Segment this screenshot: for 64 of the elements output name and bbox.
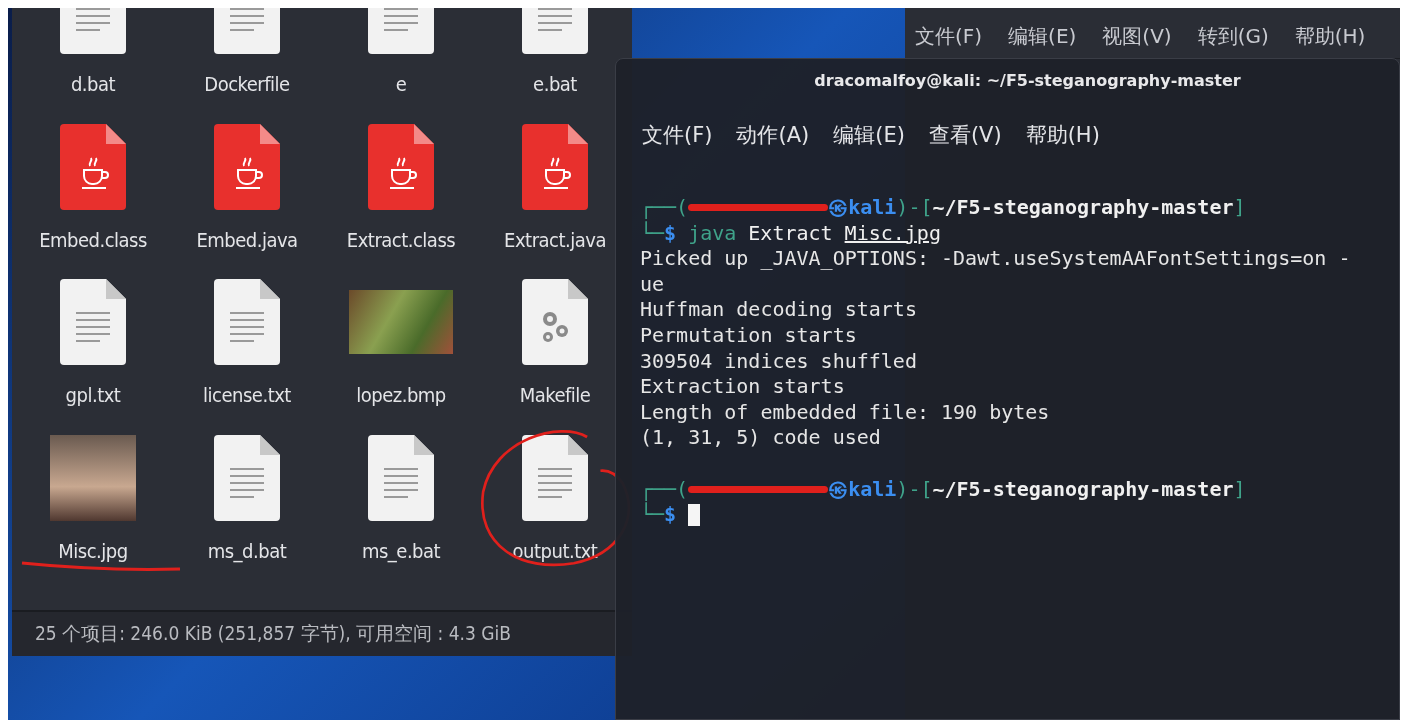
menu-item[interactable]: 帮助(H) <box>1294 24 1366 48</box>
file-name[interactable]: Extract.class <box>346 227 456 252</box>
file-name[interactable]: Dockerfile <box>204 72 290 96</box>
prompt-path: ~/F5-steganography-master <box>932 195 1234 221</box>
menu-item[interactable]: 视图(V) <box>1102 24 1172 48</box>
menu-item[interactable]: 编辑(E) <box>833 121 905 171</box>
java-file-icon[interactable] <box>60 123 126 210</box>
output-line: Picked up _JAVA_OPTIONS: -Dawt.useSystemAAFontSettings=on - <box>640 246 1352 272</box>
prompt-host: ㉿kali <box>828 476 897 503</box>
window-title: dracomalfoy@kali: ~/F5-steganography-master <box>813 70 1242 92</box>
java-file-icon[interactable] <box>214 123 280 210</box>
output-line: Huffman decoding starts <box>640 297 918 323</box>
file-name[interactable]: Extract.java <box>504 227 606 252</box>
output-line: Permutation starts <box>640 322 858 349</box>
text-file-icon[interactable] <box>60 279 126 365</box>
prompt-bracket: )-[ <box>896 195 933 221</box>
command-name: java <box>688 220 737 247</box>
status-text: 25 个项目: 246.0 KiB (251,857 字节), 可用空间 : 4.3 GiB <box>35 621 512 646</box>
prompt-bracket: ┌──( <box>640 476 689 502</box>
menu-item[interactable]: 文件(F) <box>915 24 983 48</box>
file-name[interactable]: Embed.class <box>39 227 147 252</box>
file-name[interactable]: ms_d.bat <box>207 538 287 563</box>
menu-item[interactable]: 帮助(H) <box>1025 121 1100 171</box>
menu-item[interactable]: 查看(V) <box>928 121 1002 171</box>
output-line: ue <box>640 271 666 298</box>
text-file-icon[interactable] <box>522 434 588 521</box>
file-name[interactable]: d.bat <box>70 72 116 96</box>
prompt-sign: $ <box>664 502 677 528</box>
prompt-bracket: ┌──( <box>640 195 689 221</box>
file-name[interactable]: Embed.java <box>196 227 298 252</box>
menu-item[interactable]: 文件(F) <box>642 121 713 171</box>
menu-item[interactable]: 转到(G) <box>1197 24 1269 48</box>
prompt-sign: $ <box>664 220 677 247</box>
prompt-bracket: )-[ <box>896 476 933 503</box>
command-argument: Extract <box>748 220 833 247</box>
menu-item[interactable]: 动作(A) <box>736 121 810 171</box>
output-line: Extraction starts <box>640 374 846 400</box>
file-name[interactable]: e <box>395 72 407 96</box>
command-file-argument: Misc.jpg <box>844 220 941 247</box>
photo-placeholder[interactable] <box>50 434 136 521</box>
file-name[interactable]: output.txt <box>512 538 598 563</box>
file-name[interactable]: Makefile <box>519 383 591 407</box>
output-line: 309504 indices shuffled <box>640 348 918 375</box>
file-name[interactable]: license.txt <box>203 383 291 407</box>
prompt-host: ㉿kali <box>828 195 897 221</box>
text-file-icon[interactable] <box>214 434 280 521</box>
prompt-bracket: ] <box>1233 476 1246 503</box>
prompt-corner: └─ <box>640 502 665 528</box>
gear-file-icon[interactable] <box>522 279 588 365</box>
file-name[interactable]: Misc.jpg <box>58 538 128 563</box>
prompt-path: ~/F5-steganography-master <box>932 476 1234 503</box>
prompt-bracket: ] <box>1233 195 1246 221</box>
file-name[interactable]: e.bat <box>533 72 577 96</box>
file-name[interactable]: ms_e.bat <box>361 538 441 563</box>
prompt-corner: └─ <box>640 220 665 247</box>
output-line: (1, 31, 5) code used <box>640 425 882 451</box>
file-name[interactable]: lopez.bmp <box>356 383 446 407</box>
text-file-icon[interactable] <box>368 434 434 521</box>
java-file-icon[interactable] <box>368 123 434 210</box>
file-name[interactable]: gpl.txt <box>65 383 121 407</box>
output-line: Length of embedded file: 190 bytes <box>640 399 1051 426</box>
menu-item[interactable]: 编辑(E) <box>1008 24 1077 48</box>
text-file-icon[interactable] <box>214 279 280 365</box>
java-file-icon[interactable] <box>522 123 588 210</box>
